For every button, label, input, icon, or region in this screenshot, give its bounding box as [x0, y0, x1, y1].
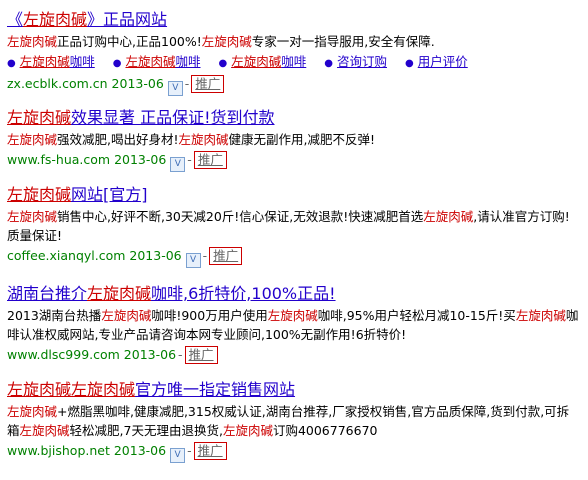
result-url-line: www.fs-hua.com 2013-06 V - 推广 — [7, 150, 579, 172]
bullet-icon: ● — [112, 58, 122, 69]
result-url: coffee.xianqyl.com 2013-06 — [7, 248, 182, 263]
result-url-line: zx.ecblk.com.cn 2013-06 V - 推广 — [7, 74, 579, 96]
separator: - — [178, 347, 183, 362]
search-result: 左旋肉碱效果显著 正品保证!货到付款 左旋肉碱强效减肥,喝出好身材!左旋肉碱健康… — [7, 108, 579, 172]
desc-keyword: 左旋肉碱 — [201, 34, 252, 49]
title-text: 效果显著 正品保证!货到付款 — [71, 108, 275, 127]
desc-keyword: 左旋肉碱 — [222, 423, 273, 438]
desc-text: 咖啡!900万用户使用 — [151, 308, 268, 323]
desc-keyword: 左旋肉碱 — [178, 132, 229, 147]
result-description: 左旋肉碱+燃脂黑咖啡,健康减肥,315权威认证,湖南台推荐,厂家授权销售,官方品… — [7, 402, 579, 440]
desc-keyword: 左旋肉碱 — [19, 423, 70, 438]
desc-keyword: 左旋肉碱 — [423, 209, 474, 224]
search-result: 左旋肉碱网站[官方] 左旋肉碱销售中心,好评不断,30天减20斤!信心保证,无效… — [7, 185, 579, 268]
separator: - — [187, 443, 192, 458]
result-description: 左旋肉碱强效减肥,喝出好身材!左旋肉碱健康无副作用,减肥不反弹! — [7, 130, 579, 149]
desc-text: 强效减肥,喝出好身材! — [57, 132, 179, 147]
result-description: 2013湖南台热播左旋肉碱咖啡!900万用户使用左旋肉碱咖啡,95%用户轻松月减… — [7, 306, 579, 344]
desc-text: 轻松减肥,7天无理由退换货, — [69, 423, 223, 438]
result-description: 左旋肉碱正品订购中心,正品100%!左旋肉碱专家一对一指导服用,安全有保障. — [7, 32, 579, 51]
result-title-link[interactable]: 《左旋肉碱》正品网站 — [7, 10, 579, 30]
desc-keyword: 左旋肉碱 — [7, 34, 58, 49]
bullet-icon: ● — [218, 58, 228, 69]
result-url: www.dlsc999.com 2013-06 — [7, 347, 177, 362]
result-title-link[interactable]: 左旋肉碱网站[官方] — [7, 185, 579, 205]
verified-icon[interactable]: V — [170, 448, 186, 463]
sublink-coffee-2[interactable]: 左旋肉碱咖啡 — [125, 54, 200, 69]
sublink-keyword: 左旋肉碱 — [231, 54, 282, 69]
separator: - — [187, 152, 192, 167]
desc-text: 咖啡,95%用户轻松月减10-15斤!买 — [317, 308, 516, 323]
search-result: 左旋肉碱左旋肉碱官方唯一指定销售网站 左旋肉碱+燃脂黑咖啡,健康减肥,315权威… — [7, 380, 579, 463]
result-title-link[interactable]: 左旋肉碱左旋肉碱官方唯一指定销售网站 — [7, 380, 579, 400]
sublink-coffee-1[interactable]: 左旋肉碱咖啡 — [20, 54, 95, 69]
desc-text: 销售中心,好评不断,30天减20斤!信心保证,无效退款!快速减肥首选 — [57, 209, 424, 224]
result-url: www.fs-hua.com 2013-06 — [7, 152, 167, 167]
result-url: zx.ecblk.com.cn 2013-06 — [7, 76, 164, 91]
desc-keyword: 左旋肉碱 — [267, 308, 318, 323]
desc-keyword: 左旋肉碱 — [7, 209, 58, 224]
title-text: 咖啡,6折特价,100%正品! — [151, 284, 336, 303]
sublink-text: 咖啡 — [69, 54, 95, 69]
title-text: 《 — [7, 10, 24, 29]
result-url-line: www.dlsc999.com 2013-06- 推广 — [7, 345, 579, 364]
desc-keyword: 左旋肉碱 — [515, 308, 566, 323]
title-keyword: 左旋肉碱 — [7, 108, 72, 127]
desc-keyword: 左旋肉碱 — [101, 308, 152, 323]
bullet-icon: ● — [7, 58, 16, 69]
verified-icon[interactable]: V — [167, 81, 183, 96]
result-url-line: www.bjishop.net 2013-06 V - 推广 — [7, 441, 579, 463]
title-keyword: 左旋肉碱 — [23, 10, 88, 29]
sublink-text: 咨询订购 — [336, 54, 387, 69]
result-title-link[interactable]: 左旋肉碱效果显著 正品保证!货到付款 — [7, 108, 579, 128]
title-text: 网站[官方] — [71, 185, 148, 204]
desc-text: 健康无副作用,减肥不反弹! — [228, 132, 376, 147]
desc-text: 正品订购中心,正品100%! — [57, 34, 202, 49]
desc-keyword: 左旋肉碱 — [7, 404, 58, 419]
verified-icon[interactable]: V — [185, 253, 201, 268]
desc-text: 专家一对一指导服用,安全有保障. — [251, 34, 435, 49]
bullet-icon: ● — [324, 58, 333, 69]
separator: - — [184, 76, 190, 91]
title-text: 官方唯一指定销售网站 — [135, 380, 296, 399]
result-title-link[interactable]: 湖南台推介左旋肉碱咖啡,6折特价,100%正品! — [7, 284, 579, 304]
sublink-keyword: 左旋肉碱 — [125, 54, 176, 69]
sublink-text: 咖啡 — [175, 54, 201, 69]
title-keyword: 左旋肉碱 — [7, 185, 72, 204]
desc-text: 2013湖南台热播 — [7, 308, 102, 323]
result-description: 左旋肉碱销售中心,好评不断,30天减20斤!信心保证,无效退款!快速减肥首选左旋… — [7, 207, 579, 245]
separator: - — [202, 248, 208, 263]
sublinks-row: ● 左旋肉碱咖啡 ● 左旋肉碱咖啡 ● 左旋肉碱咖啡 ● 咨询订购 ● 用户评价 — [7, 52, 579, 73]
title-text: 湖南台推介 — [7, 284, 88, 303]
bullet-icon: ● — [404, 58, 414, 69]
title-text: 》正品网站 — [87, 10, 168, 29]
desc-text: 订购4006776670 — [272, 423, 378, 438]
promo-link[interactable]: 推广 — [209, 247, 243, 265]
verified-icon[interactable]: V — [170, 157, 186, 172]
sublink-coffee-3[interactable]: 左旋肉碱咖啡 — [231, 54, 306, 69]
sublink-user-reviews[interactable]: 用户评价 — [418, 54, 468, 69]
promo-link[interactable]: 推广 — [193, 442, 227, 460]
promo-link[interactable]: 推广 — [193, 151, 227, 169]
search-result: 湖南台推介左旋肉碱咖啡,6折特价,100%正品! 2013湖南台热播左旋肉碱咖啡… — [7, 284, 579, 364]
search-result: 《左旋肉碱》正品网站 左旋肉碱正品订购中心,正品100%!左旋肉碱专家一对一指导… — [7, 10, 579, 96]
result-url: www.bjishop.net 2013-06 — [7, 443, 167, 458]
sublink-text: 用户评价 — [417, 54, 468, 69]
result-url-line: coffee.xianqyl.com 2013-06 V - 推广 — [7, 246, 579, 268]
title-keyword: 左旋肉碱左旋肉碱 — [7, 380, 136, 399]
title-keyword: 左旋肉碱 — [87, 284, 152, 303]
promo-link[interactable]: 推广 — [191, 75, 225, 93]
sublink-consult-order[interactable]: 咨询订购 — [337, 54, 387, 69]
promo-link[interactable]: 推广 — [184, 346, 218, 364]
sublink-text: 咖啡 — [281, 54, 307, 69]
sublink-keyword: 左旋肉碱 — [19, 54, 70, 69]
desc-keyword: 左旋肉碱 — [7, 132, 58, 147]
